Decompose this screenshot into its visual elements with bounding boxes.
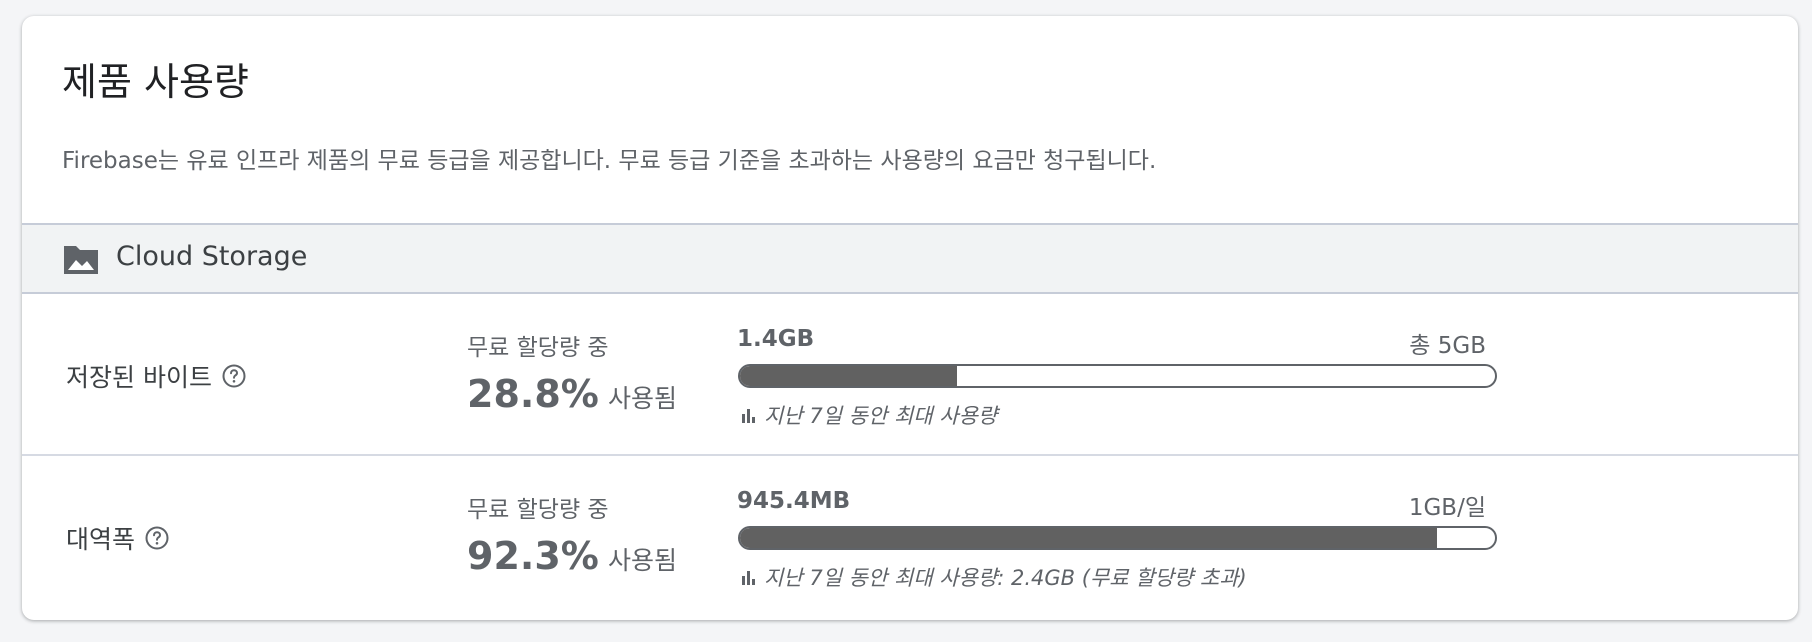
folder-image-icon <box>64 246 98 274</box>
quota-used-suffix: 사용됨 <box>607 546 677 575</box>
quota-used-suffix: 사용됨 <box>607 384 677 413</box>
cloud-storage-section-header: Cloud Storage <box>22 223 1798 294</box>
quota-percent: 28.8% <box>467 372 599 416</box>
section-title: Cloud Storage <box>116 241 308 272</box>
card-description: Firebase는 유료 인프라 제품의 무료 등급을 제공합니다. 무료 등급… <box>62 148 1157 174</box>
help-circle-icon[interactable] <box>145 526 169 550</box>
bar-total-value: 총 5GB <box>1409 333 1486 359</box>
bar-note: 지난 7일 동안 최대 사용량: 2.4GB (무료 할당량 초과) <box>740 562 1247 592</box>
bar-chart-icon <box>742 571 755 585</box>
usage-progress-bar <box>738 526 1497 550</box>
bar-note-text: 지난 7일 동안 최대 사용량 <box>764 404 998 428</box>
product-usage-card: 제품 사용량 Firebase는 유료 인프라 제품의 무료 등급을 제공합니다… <box>22 16 1798 620</box>
bar-used-value: 1.4GB <box>737 326 815 352</box>
bar-note-text: 지난 7일 동안 최대 사용량: 2.4GB (무료 할당량 초과) <box>764 566 1247 590</box>
quota-percent-line: 92.3% 사용됨 <box>467 534 677 578</box>
help-circle-icon[interactable] <box>222 364 246 388</box>
usage-row-stored-bytes: 저장된 바이트 무료 할당량 중 28.8% 사용됨 1.4GB 총 5GB 지… <box>22 294 1798 456</box>
card-title: 제품 사용량 <box>62 60 249 104</box>
usage-progress-bar <box>738 364 1497 388</box>
row-label-container: 저장된 바이트 <box>66 358 246 394</box>
quota-caption: 무료 할당량 중 <box>467 335 609 361</box>
usage-row-bandwidth: 대역폭 무료 할당량 중 92.3% 사용됨 945.4MB 1GB/일 지난 … <box>22 456 1798 616</box>
usage-progress-fill <box>740 366 958 386</box>
usage-progress-fill <box>740 528 1437 548</box>
row-label: 대역폭 <box>66 525 136 554</box>
bar-chart-icon <box>742 409 755 423</box>
bar-note: 지난 7일 동안 최대 사용량 <box>740 400 997 430</box>
bar-used-value: 945.4MB <box>737 488 851 514</box>
bar-total-value: 1GB/일 <box>1408 495 1486 521</box>
quota-percent: 92.3% <box>467 534 599 578</box>
row-label: 저장된 바이트 <box>66 363 212 392</box>
quota-percent-line: 28.8% 사용됨 <box>467 372 677 416</box>
row-label-container: 대역폭 <box>66 520 169 556</box>
quota-caption: 무료 할당량 중 <box>467 497 609 523</box>
